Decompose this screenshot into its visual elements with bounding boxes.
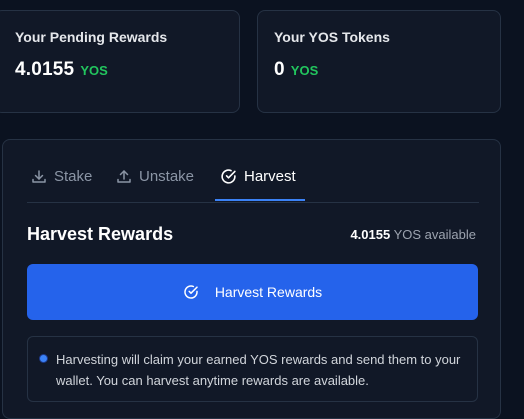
upload-icon <box>116 169 139 185</box>
pending-rewards-unit: YOS <box>80 63 108 78</box>
available-suffix: YOS available <box>393 227 476 242</box>
pending-rewards-card: Your Pending Rewards 4.0155 YOS <box>0 10 240 113</box>
available-amount: 4.0155 <box>350 227 391 242</box>
yos-tokens-value: 0 <box>274 59 285 80</box>
check-circle-icon <box>183 284 215 300</box>
yos-tokens-card: Your YOS Tokens 0 YOS <box>257 10 501 113</box>
info-bullet-icon <box>40 355 47 362</box>
yos-tokens-value-row: 0 YOS <box>274 59 486 81</box>
tab-harvest[interactable]: Harvest <box>220 168 296 185</box>
tab-stake-label: Stake <box>54 168 93 185</box>
check-circle-icon <box>220 168 244 185</box>
harvest-button-label: Harvest Rewards <box>214 284 323 300</box>
staking-panel: Stake Unstake Harvest Harvest Rewards 4.… <box>2 139 501 419</box>
active-tab-indicator <box>215 199 305 201</box>
info-text: Harvesting will claim your earned YOS re… <box>56 352 461 388</box>
tab-unstake-label: Unstake <box>139 168 195 185</box>
info-box: Harvesting will claim your earned YOS re… <box>27 336 478 402</box>
yos-tokens-unit: YOS <box>290 63 319 78</box>
tab-stake[interactable]: Stake <box>31 168 92 185</box>
pending-rewards-value-row: 4.0155 YOS <box>15 59 225 81</box>
yos-tokens-label: Your YOS Tokens <box>274 29 390 45</box>
tab-harvest-label: Harvest <box>244 168 296 185</box>
available-balance: 4.0155 YOS available <box>350 227 476 242</box>
tab-unstake[interactable]: Unstake <box>116 168 194 185</box>
section-title: Harvest Rewards <box>27 224 174 244</box>
pending-rewards-label: Your Pending Rewards <box>15 29 168 45</box>
pending-rewards-value: 4.0155 <box>15 59 75 80</box>
download-icon <box>31 169 54 185</box>
tab-bar: Stake Unstake Harvest <box>27 140 479 203</box>
harvest-rewards-button[interactable]: Harvest Rewards <box>27 264 478 320</box>
